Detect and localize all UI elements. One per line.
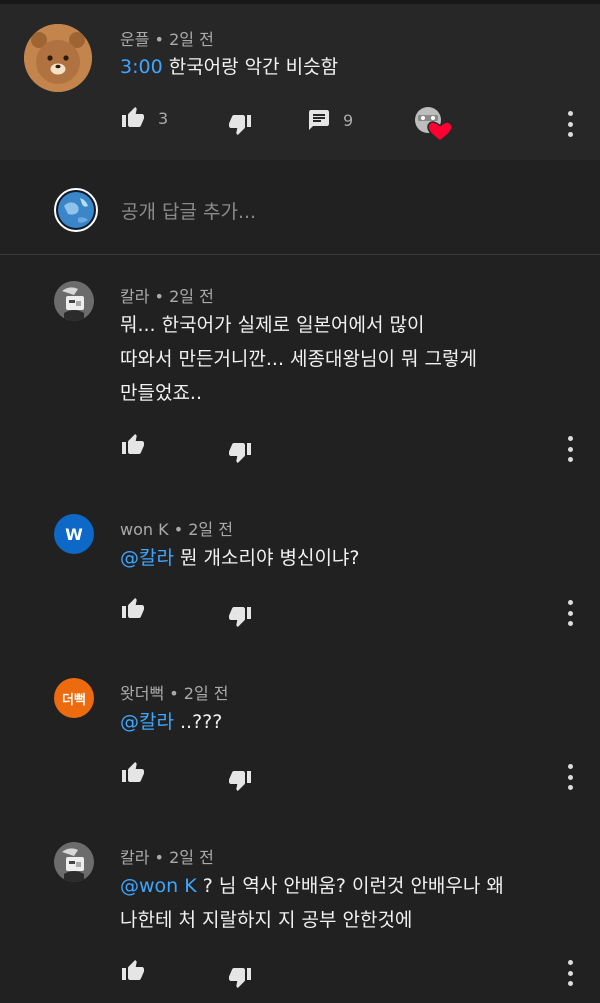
dot: [567, 111, 573, 116]
mention-link[interactable]: @won K: [120, 875, 197, 897]
like-button[interactable]: [120, 597, 146, 621]
author-name[interactable]: won K: [120, 520, 169, 539]
comment-age: 2일 전: [169, 30, 214, 49]
avatar-letter: 더뻑: [62, 692, 86, 708]
author-name[interactable]: 운플: [120, 30, 149, 49]
comment-body: ..???: [173, 711, 223, 733]
dislike-button[interactable]: [227, 965, 253, 989]
dislike-button[interactable]: [227, 604, 253, 628]
avatar[interactable]: 더뻑: [54, 678, 94, 718]
comment-age: 2일 전: [169, 287, 214, 306]
dot: [567, 774, 573, 780]
comment-text: @칼라 뭔 개소리야 병신이냐?: [120, 541, 360, 575]
avatar[interactable]: W: [54, 514, 94, 554]
comment-line: @won K ? 님 역사 안배움? 이런것 안배우나 왜: [120, 869, 504, 903]
timestamp-link[interactable]: 3:00: [120, 56, 163, 78]
thumb-down-icon: [229, 607, 251, 627]
mention-link[interactable]: @칼라: [120, 711, 174, 733]
comment-meta: 칼라 • 2일 전: [120, 287, 214, 306]
comment-age: 2일 전: [188, 520, 233, 539]
like-count: 3: [158, 108, 169, 128]
more-options-button[interactable]: [567, 436, 573, 462]
more-options-button[interactable]: [567, 111, 573, 137]
dislike-button[interactable]: [227, 112, 253, 136]
thumb-up-icon: [122, 598, 144, 618]
like-button[interactable]: [120, 761, 146, 785]
comment-line: 만들었죠..: [120, 382, 202, 404]
thumb-down-icon: [229, 771, 251, 791]
comment-text: 뭐... 한국어가 실제로 일본어에서 많이 따와서 만든거니깐... 세종대왕…: [120, 308, 477, 410]
dot: [567, 621, 573, 626]
comment-meta: won K • 2일 전: [120, 520, 233, 539]
comment-text: @won K ? 님 역사 안배움? 이런것 안배우나 왜 나한테 처 지랄하지…: [120, 869, 504, 937]
avatar[interactable]: [24, 24, 92, 92]
comment-icon: [309, 110, 329, 130]
comment-body: 한국어랑 악간 비슷함: [168, 56, 339, 78]
profile-icon: [54, 281, 94, 321]
dot: [567, 970, 573, 976]
mention-link[interactable]: @칼라: [120, 547, 174, 569]
comment-age: 2일 전: [183, 684, 229, 703]
comment-body: 뭔 개소리야 병신이냐?: [173, 547, 360, 569]
comment-meta: 운플 • 2일 전: [120, 30, 214, 49]
more-options-button[interactable]: [567, 960, 573, 986]
comment-age: 2일 전: [169, 848, 214, 867]
more-options-button[interactable]: [567, 600, 573, 626]
dot: [567, 981, 573, 986]
thumb-up-icon: [122, 434, 144, 454]
like-button[interactable]: 3: [120, 106, 168, 130]
thumb-down-icon: [229, 443, 251, 463]
dot: [567, 960, 573, 965]
avatar[interactable]: [54, 281, 94, 321]
top-comment: 운플 • 2일 전 3:00 한국어랑 악간 비슷함 3 9: [0, 4, 600, 160]
author-name[interactable]: 칼라: [120, 848, 149, 867]
comment-body: ? 님 역사 안배움? 이런것 안배우나 왜: [196, 875, 504, 897]
comment-meta: 칼라 • 2일 전: [120, 848, 214, 867]
author-name[interactable]: 왓더뻑: [120, 684, 164, 703]
profile-icon: [54, 842, 94, 882]
dot: [567, 785, 573, 790]
dot: [567, 764, 573, 769]
comment-meta: 왓더뻑 • 2일 전: [120, 684, 229, 703]
dot: [567, 610, 573, 616]
creator-heart[interactable]: [413, 106, 453, 144]
comment-text: 3:00 한국어랑 악간 비슷함: [120, 50, 338, 84]
comment-line: 뭐... 한국어가 실제로 일본어에서 많이: [120, 314, 425, 336]
dot: [567, 121, 573, 127]
reply-count: 9: [343, 110, 354, 130]
dot: [567, 436, 573, 441]
like-button[interactable]: [120, 959, 146, 983]
bear-icon: [24, 24, 92, 92]
own-avatar: [54, 188, 98, 232]
dot: [567, 600, 573, 605]
dot: [567, 132, 573, 137]
avatar-letter: W: [65, 524, 83, 544]
dot: [567, 446, 573, 452]
thumb-up-icon: [122, 960, 144, 980]
dislike-button[interactable]: [227, 440, 253, 464]
more-options-button[interactable]: [567, 764, 573, 790]
comment-line: 따와서 만든거니깐... 세종대왕님이 뭐 그렇게: [120, 348, 477, 370]
comment-text: @칼라 ..???: [120, 705, 222, 739]
divider: [0, 254, 600, 255]
thumb-down-icon: [229, 968, 251, 988]
like-button[interactable]: [120, 433, 146, 457]
creator-heart-icon: [415, 107, 453, 142]
avatar[interactable]: [54, 842, 94, 882]
reply-input[interactable]: 공개 답글 추가...: [121, 197, 256, 224]
author-name[interactable]: 칼라: [120, 287, 149, 306]
dislike-button[interactable]: [227, 768, 253, 792]
comment-line: 나한테 처 지랄하지 지 공부 안한것에: [120, 909, 413, 931]
thumb-down-icon: [229, 115, 251, 135]
thumb-up-icon: [122, 762, 144, 782]
thumb-up-icon: [122, 107, 144, 127]
dot: [567, 457, 573, 462]
earth-icon: [58, 192, 94, 228]
reply-count-button[interactable]: 9: [307, 108, 353, 132]
